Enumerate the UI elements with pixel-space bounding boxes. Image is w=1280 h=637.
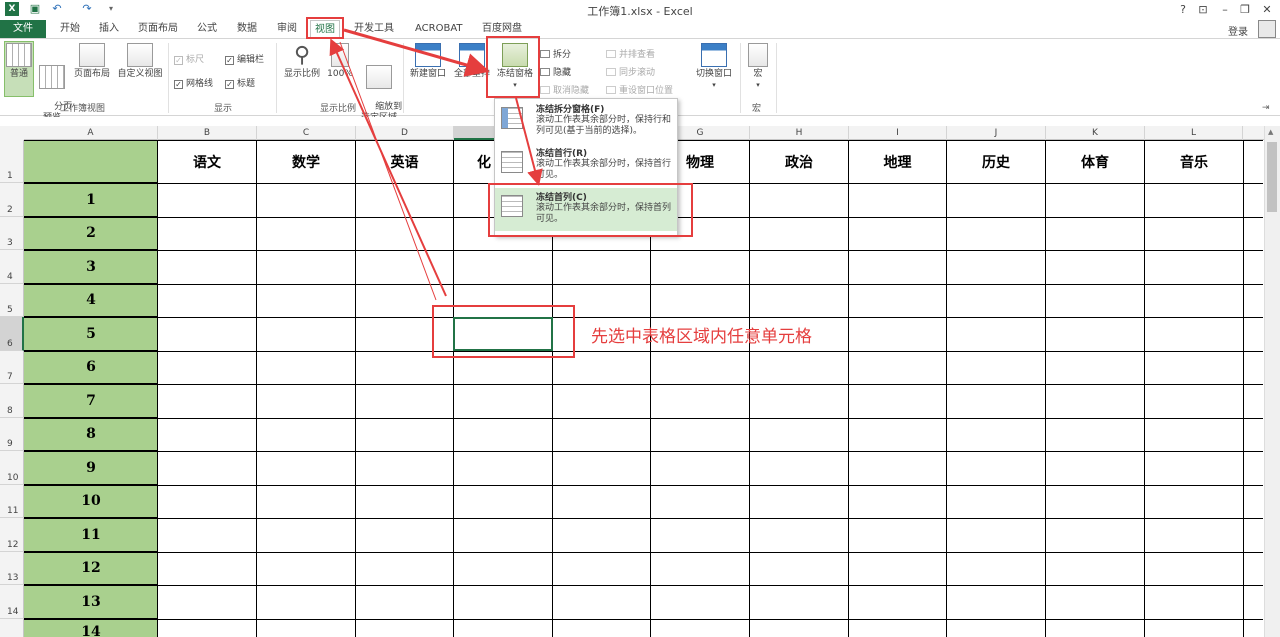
annotation-arrows bbox=[329, 28, 543, 301]
arrow-to-freeze-first-column bbox=[515, 97, 543, 186]
arrow-to-view-tab bbox=[329, 38, 447, 297]
excel-window: X ▣ ↶ ↷ ▾ 工作簿1.xlsx - Excel ? ⊡ – ❐ ✕ 文件… bbox=[0, 0, 1280, 637]
arrow-to-freeze-button bbox=[343, 28, 490, 77]
arrow-to-view-tab-shadow bbox=[339, 41, 437, 301]
